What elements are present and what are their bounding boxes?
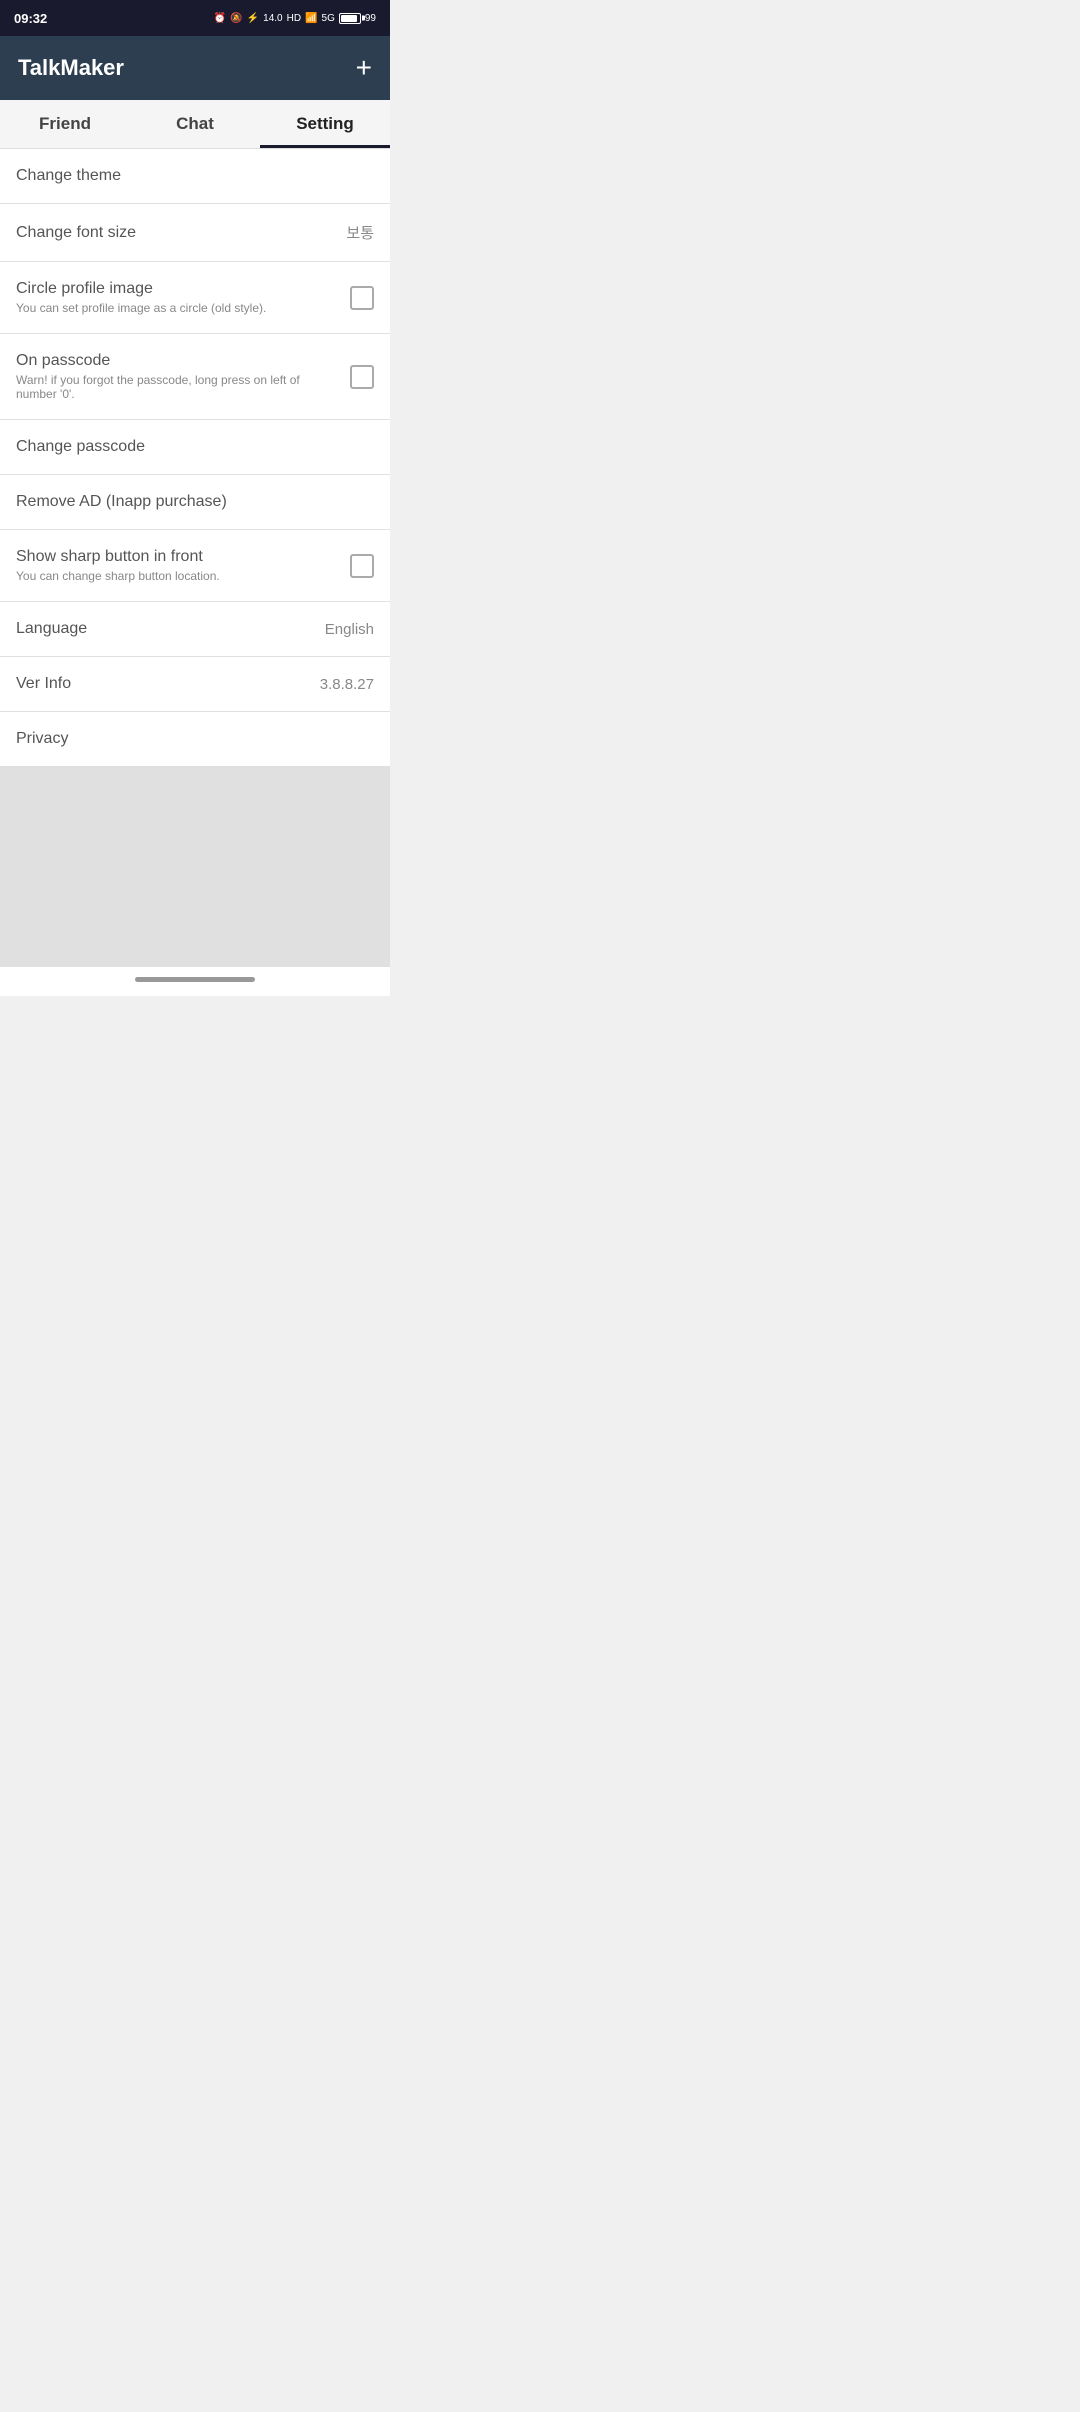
settings-item-privacy[interactable]: Privacy [0, 712, 390, 767]
wifi-icon: 📶 [305, 13, 317, 24]
battery-fill [341, 15, 357, 22]
settings-item-title: Change theme [16, 167, 374, 185]
ver-info-value: 3.8.8.27 [320, 676, 374, 693]
status-bar: 09:32 ⏰ 🔕 ⚡ 14.0 HD 📶 5G 99 [0, 0, 390, 36]
settings-item-language[interactable]: Language English [0, 602, 390, 657]
signal-icon: 5G [322, 13, 335, 24]
settings-item-sharp-button[interactable]: Show sharp button in front You can chang… [0, 530, 390, 602]
settings-item-change-font-size[interactable]: Change font size 보통 [0, 204, 390, 262]
settings-item-title: Ver Info [16, 675, 310, 693]
hd-icon: HD [287, 13, 301, 24]
settings-item-title: Privacy [16, 730, 374, 748]
status-time: 09:32 [14, 11, 47, 26]
bottom-gray-area [0, 767, 390, 967]
tab-setting[interactable]: Setting [260, 100, 390, 148]
battery-level: 99 [365, 13, 376, 24]
sharp-button-checkbox[interactable] [350, 554, 374, 578]
settings-item-title: Language [16, 620, 315, 638]
add-button[interactable]: + [356, 54, 372, 82]
font-size-value: 보통 [346, 222, 374, 243]
bluetooth-icon: ⚡ [247, 13, 259, 24]
settings-item-ver-info[interactable]: Ver Info 3.8.8.27 [0, 657, 390, 712]
settings-item-title: Show sharp button in front [16, 548, 340, 566]
circle-profile-checkbox[interactable] [350, 286, 374, 310]
tab-friend[interactable]: Friend [0, 100, 130, 148]
language-value: English [325, 621, 374, 638]
app-header: TalkMaker + [0, 36, 390, 100]
settings-item-subtitle: You can set profile image as a circle (o… [16, 301, 340, 315]
home-indicator [135, 977, 255, 982]
data-speed: 14.0 [263, 13, 282, 24]
settings-item-title: On passcode [16, 352, 340, 370]
settings-item-title: Change passcode [16, 438, 374, 456]
tab-chat[interactable]: Chat [130, 100, 260, 148]
settings-item-change-theme[interactable]: Change theme [0, 149, 390, 204]
settings-item-title: Change font size [16, 224, 336, 242]
settings-list: Change theme Change font size 보통 Circle … [0, 149, 390, 767]
settings-item-on-passcode[interactable]: On passcode Warn! if you forgot the pass… [0, 334, 390, 420]
home-indicator-bar [0, 967, 390, 996]
alarm-icon: ⏰ [214, 13, 226, 24]
status-icons: ⏰ 🔕 ⚡ 14.0 HD 📶 5G 99 [214, 13, 376, 24]
settings-item-subtitle: You can change sharp button location. [16, 569, 340, 583]
app-title: TalkMaker [18, 55, 124, 81]
settings-item-title: Circle profile image [16, 280, 340, 298]
settings-item-circle-profile[interactable]: Circle profile image You can set profile… [0, 262, 390, 334]
settings-item-change-passcode[interactable]: Change passcode [0, 420, 390, 475]
settings-item-subtitle: Warn! if you forgot the passcode, long p… [16, 373, 340, 401]
settings-item-remove-ad[interactable]: Remove AD (Inapp purchase) [0, 475, 390, 530]
battery-icon [339, 13, 361, 24]
passcode-checkbox[interactable] [350, 365, 374, 389]
mute-icon: 🔕 [230, 13, 242, 24]
tab-bar: Friend Chat Setting [0, 100, 390, 149]
settings-item-title: Remove AD (Inapp purchase) [16, 493, 374, 511]
